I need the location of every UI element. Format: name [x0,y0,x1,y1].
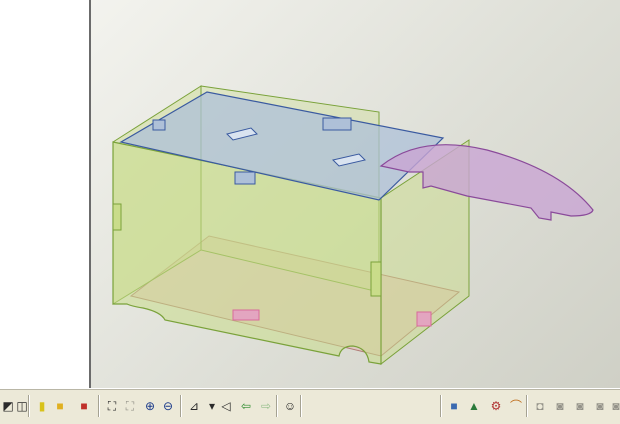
zoom-window-icon[interactable]: ⛶ [122,398,138,414]
tool-e-icon[interactable]: ◙ [608,398,620,414]
toolbar-separator [526,395,528,417]
toolbar-separator [180,395,182,417]
pipe-icon[interactable]: ⌒ [508,398,524,414]
assembly-icon[interactable]: ▲ [466,398,482,414]
toolbar-separator [98,395,100,417]
tool-a-icon[interactable]: ◘ [532,398,548,414]
arrow-back-icon[interactable]: ⇦ [238,398,254,414]
toolbar-separator [300,395,302,417]
toolbar-separator [276,395,278,417]
mechanism-icon[interactable]: ⚙ [488,398,504,414]
tab-back-top [322,117,352,131]
toolbar-separator [440,395,442,417]
view-orient-icon[interactable]: ⊿ [186,398,202,414]
part-color-icon[interactable]: ■ [446,398,462,414]
arrow-forward-icon[interactable]: ⇨ [258,398,274,414]
smiley-icon[interactable]: ☺ [282,398,298,414]
zoom-out-icon[interactable]: ⊖ [160,398,176,414]
tab-bottom-right [416,311,432,327]
box-model [112,85,594,366]
3d-viewport[interactable] [91,0,620,388]
tab-left-side [112,203,122,231]
tab-front-top [234,171,256,185]
triangle-left-icon[interactable]: ◁ [218,398,234,414]
shade-box-icon[interactable]: ■ [52,398,68,414]
view-toolbar: ◩ ◫ ▮ ■ ■ ⛶ ⛶ ⊕ ⊖ ⊿ ▾ ◁ ⇦ ⇨ ☺ ■ ▲ ⚙ ⌒ ◘ ◙ ◙ ◙ ◙ [0,388,620,424]
feature-tree-panel[interactable] [0,0,89,388]
tab-right-side [370,261,382,297]
tab-left-top [152,119,166,131]
toolbar-separator [28,395,30,417]
tool-c-icon[interactable]: ◙ [572,398,588,414]
shade-red-icon[interactable]: ■ [76,398,92,414]
fit-view-icon[interactable]: ⛶ [104,398,120,414]
shade-yellow-icon[interactable]: ▮ [34,398,50,414]
zoom-in-icon[interactable]: ⊕ [142,398,158,414]
tab-bottom-front [232,309,260,321]
tool-d-icon[interactable]: ◙ [592,398,608,414]
tool-b-icon[interactable]: ◙ [552,398,568,414]
